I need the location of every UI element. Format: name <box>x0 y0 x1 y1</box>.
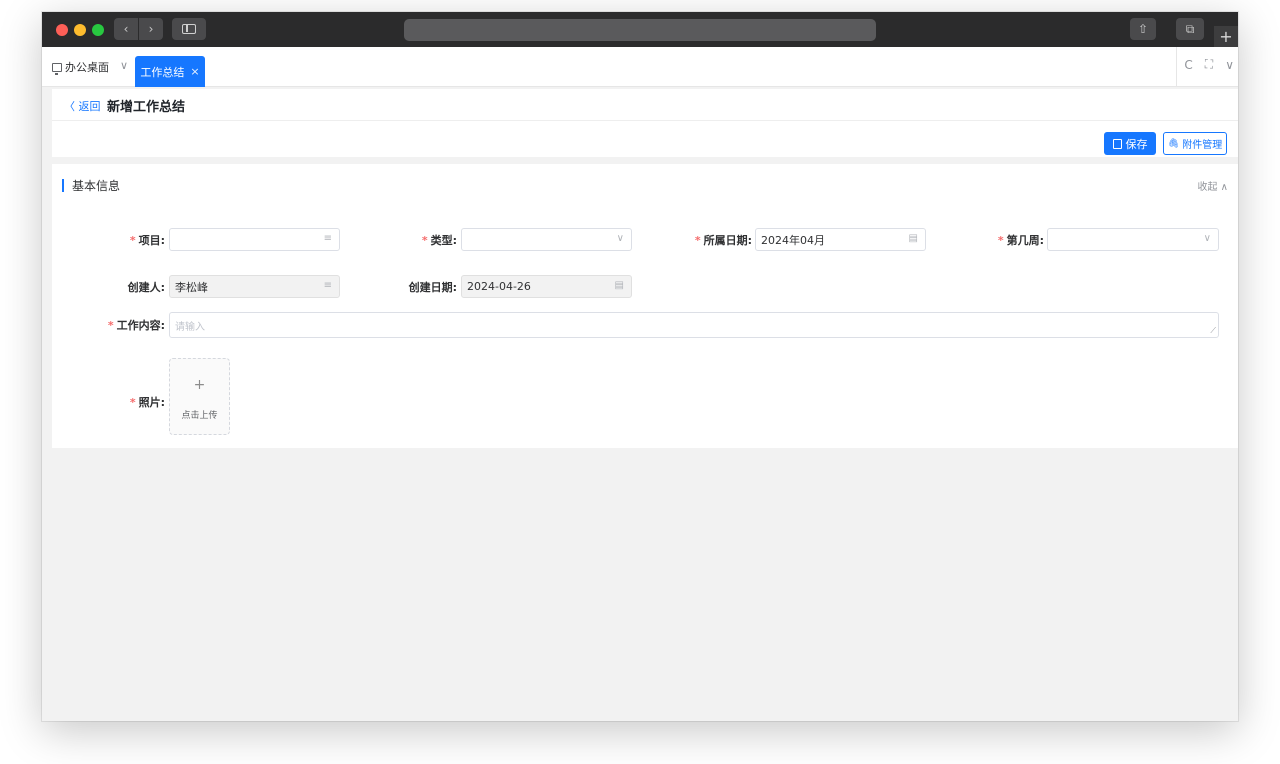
required-marker: * <box>694 234 701 247</box>
filter-icon: ≡ <box>323 233 332 244</box>
project-select[interactable]: ≡ <box>169 228 340 251</box>
created-date-label-text: 创建日期: <box>408 281 457 294</box>
type-select[interactable]: ∨ <box>461 228 632 251</box>
save-icon <box>1112 138 1122 149</box>
zoom-window-button[interactable] <box>92 24 104 36</box>
browser-forward-button[interactable]: › <box>139 18 163 40</box>
collapse-toggle[interactable]: 收起 ∧ <box>1198 178 1229 193</box>
week-select[interactable]: ∨ <box>1047 228 1219 251</box>
creator-field: 李松峰 ≡ <box>169 275 340 298</box>
filter-icon: ≡ <box>323 280 332 291</box>
browser-titlebar: ‹ › ⇧ ⧉ + <box>42 12 1238 47</box>
required-marker: * <box>129 234 136 247</box>
page-header: 〈 返回 新增工作总结 保存 🖇 附件管理 <box>52 89 1238 157</box>
photo-label: * 照片: <box>112 394 165 410</box>
tab-work-summary-label: 工作总结 <box>140 65 185 79</box>
chevron-left-icon: ‹ <box>123 22 129 36</box>
content-label: * 工作内容: <box>92 317 165 333</box>
section-accent <box>62 179 64 192</box>
divider <box>52 120 1238 121</box>
plus-icon: + <box>1219 27 1233 46</box>
minimize-window-button[interactable] <box>74 24 86 36</box>
date-value: 2024年04月 <box>761 233 825 247</box>
sidebar-toggle-button[interactable] <box>172 18 206 40</box>
close-window-button[interactable] <box>56 24 68 36</box>
tabs-icon: ⧉ <box>1185 21 1195 36</box>
save-button[interactable]: 保存 <box>1104 132 1156 155</box>
date-label: * 所属日期: <box>672 232 752 248</box>
tab-overview-button[interactable]: ⧉ <box>1176 18 1204 40</box>
page-title: 新增工作总结 <box>107 100 186 115</box>
chevron-down-icon[interactable]: ∨ <box>1225 58 1234 72</box>
required-marker: * <box>997 234 1004 247</box>
attachment-button[interactable]: 🖇 附件管理 <box>1163 132 1227 155</box>
week-label: * 第几周: <box>972 232 1044 248</box>
new-tab-button[interactable]: + <box>1214 26 1238 47</box>
created-date-field: 2024-04-26 ▤ <box>461 275 632 298</box>
date-label-text: 所属日期: <box>703 234 752 247</box>
photo-label-text: 照片: <box>138 396 165 409</box>
creator-label: 创建人: <box>112 279 165 295</box>
date-picker[interactable]: 2024年04月 ▤ <box>755 228 926 251</box>
content-label-text: 工作内容: <box>116 319 165 332</box>
photo-upload[interactable]: + 点击上传 <box>169 358 230 435</box>
upload-label: 点击上传 <box>181 411 218 421</box>
refresh-icon[interactable]: C <box>1184 58 1192 72</box>
project-label-text: 项目: <box>138 234 165 247</box>
tab-work-summary[interactable]: 工作总结 × <box>135 56 205 87</box>
close-icon[interactable]: × <box>190 65 199 78</box>
basic-info-card: 基本信息 收起 ∧ * 项目: ≡ * 类型: ∨ * 所属日期: 2024年04月 … <box>52 164 1238 448</box>
attachment-button-label: 附件管理 <box>1182 140 1223 151</box>
section-title: 基本信息 <box>72 179 121 193</box>
monitor-icon <box>52 62 62 75</box>
browser-back-button[interactable]: ‹ <box>114 18 138 40</box>
created-date-label: 创建日期: <box>382 279 457 295</box>
required-marker: * <box>107 319 114 332</box>
share-button[interactable]: ⇧ <box>1130 18 1156 40</box>
back-link[interactable]: 〈 返回 <box>64 98 101 114</box>
chevron-right-icon: › <box>148 22 154 36</box>
address-bar[interactable] <box>404 19 876 41</box>
creator-label-text: 创建人: <box>127 281 165 294</box>
browser-window: ‹ › ⇧ ⧉ + 办公桌面 ∨ 工作总结 × C ⛶ ∨ 〈 返回 新增工作总… <box>42 12 1238 721</box>
tab-tools: C ⛶ ∨ <box>1176 47 1238 87</box>
plus-icon: + <box>193 377 206 393</box>
required-marker: * <box>129 396 136 409</box>
project-label: * 项目: <box>112 232 165 248</box>
type-label: * 类型: <box>398 232 457 248</box>
app-tab-bar: 办公桌面 ∨ 工作总结 × C ⛶ ∨ <box>42 47 1238 87</box>
created-date-value: 2024-04-26 <box>467 280 531 293</box>
fullscreen-icon[interactable]: ⛶ <box>1205 57 1213 72</box>
week-label-text: 第几周: <box>1006 234 1044 247</box>
creator-value: 李松峰 <box>175 280 208 294</box>
resize-handle-icon[interactable]: ⟋ <box>1210 326 1216 336</box>
paperclip-icon: 🖇 <box>1167 138 1180 149</box>
calendar-icon: ▤ <box>908 233 918 244</box>
divider <box>1176 47 1178 87</box>
tab-desk-label: 办公桌面 <box>65 61 109 74</box>
required-marker: * <box>421 234 428 247</box>
chevron-down-icon: ∨ <box>1203 233 1211 244</box>
chevron-down-icon: ∨ <box>616 233 624 244</box>
save-button-label: 保存 <box>1125 137 1148 151</box>
type-label-text: 类型: <box>430 234 457 247</box>
tab-desk[interactable]: 办公桌面 <box>52 59 109 75</box>
calendar-icon: ▤ <box>614 280 624 291</box>
sidebar-icon <box>182 24 196 34</box>
share-icon: ⇧ <box>1137 22 1149 36</box>
chevron-down-icon[interactable]: ∨ <box>120 59 128 72</box>
content-placeholder: 请输入 <box>175 322 205 333</box>
work-content-textarea[interactable]: 请输入 ⟋ <box>169 312 1219 338</box>
